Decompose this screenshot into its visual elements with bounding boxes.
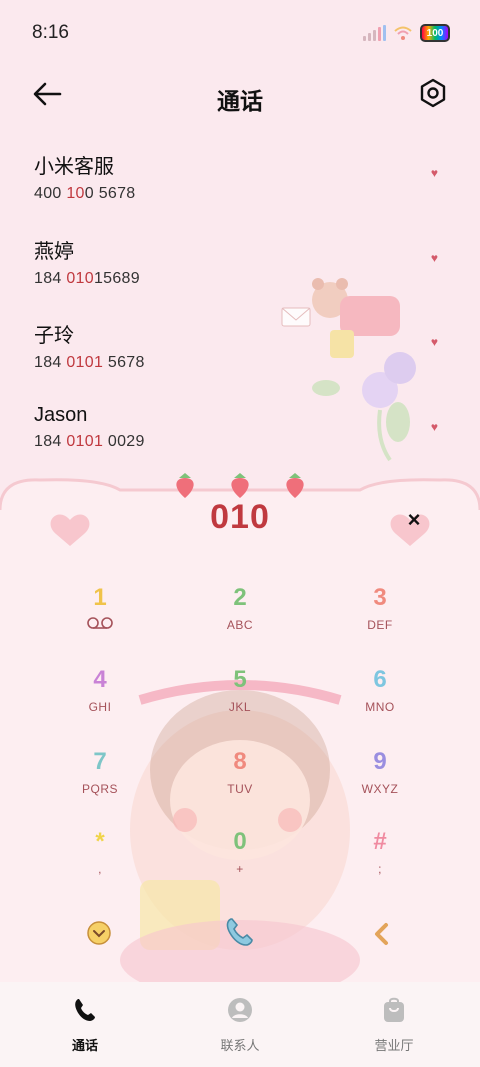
key-digit: 3 [373,584,387,611]
signal-icon [363,25,386,41]
key-digit: 0 [233,828,247,855]
person-icon [228,998,252,1022]
key-digit: * [95,828,105,855]
contact-number: 400 100 5678 [34,185,136,202]
contact-name: Jason [34,403,88,426]
list-item[interactable]: 小米客服 400 100 5678 ♥ [0,138,480,223]
page-title: 通话 [217,88,263,114]
tab-service-hall[interactable]: 营业厅 [334,996,454,1054]
key-letters: ABC [226,618,254,632]
dial-key-0[interactable]: 0 + [180,826,300,896]
phone-icon [75,999,95,1021]
dial-key-5[interactable]: 5 JKL [180,664,300,734]
list-item[interactable]: 燕婷 184 01015689 ♥ [0,223,480,308]
strawberry-icon [176,473,194,498]
wifi-icon [394,26,412,40]
status-bar: 8:16 100 [0,0,480,64]
dial-key-hash[interactable]: # ; [320,826,440,896]
key-letters: TUV [227,782,253,796]
dial-key-6[interactable]: 6 MNO [320,664,440,734]
voicemail-icon [87,617,113,629]
key-digit: 7 [93,748,107,775]
key-digit: 1 [93,584,107,611]
backspace-icon[interactable] [372,922,392,946]
status-time: 8:16 [32,22,69,43]
key-letters: PQRS [81,782,118,796]
key-letters: GHI [88,700,112,714]
key-letters: MNO [365,700,395,714]
key-digit: 9 [373,748,387,775]
contact-number: 184 0101 0029 [34,432,145,450]
key-digit: 4 [93,666,107,693]
contact-name: 小米客服 [34,156,114,178]
key-letters: DEF [367,618,393,632]
key-digit: 2 [233,584,247,611]
list-item[interactable]: Jason 184 0101 0029 ♥ [0,392,480,477]
list-item[interactable]: 子玲 184 0101 5678 ♥ [0,307,480,392]
heart-note-icon: ♥ [430,250,438,265]
tab-label: 通话 [71,1038,98,1053]
collapse-keypad-icon[interactable] [86,920,112,946]
strawberry-icon [231,473,249,498]
contact-name: 燕婷 [34,240,74,263]
dial-key-2[interactable]: 2 ABC [180,582,300,652]
tab-label: 营业厅 [374,1038,414,1053]
shopping-bag-icon [384,997,404,1022]
tab-label: 联系人 [220,1038,260,1053]
strawberry-icon [286,473,304,498]
key-letters: , [98,862,102,876]
settings-hexagon-icon[interactable] [418,78,448,108]
heart-note-icon: ♥ [430,419,438,434]
key-digit: 6 [373,666,387,693]
dial-key-3[interactable]: 3 DEF [320,582,440,652]
dial-key-4[interactable]: 4 GHI [40,664,160,734]
dial-key-star[interactable]: * , [40,826,160,896]
key-digit: # [373,828,387,855]
dial-key-7[interactable]: 7 PQRS [40,746,160,816]
status-icons: 100 [363,24,450,42]
contact-number: 184 0101 5678 [34,354,145,371]
bottom-nav: 通话 联系人 营业厅 [0,982,480,1067]
contact-name: 子玲 [34,325,74,347]
key-letters: JKL [228,700,252,714]
dial-key-8[interactable]: 8 TUV [180,746,300,816]
call-button-phone-icon[interactable] [222,914,258,950]
key-letters: + [236,862,244,876]
key-digit: 8 [233,748,247,775]
battery-icon: 100 [420,24,450,42]
tab-calls[interactable]: 通话 [25,996,145,1054]
contact-number: 184 01015689 [34,269,140,287]
tab-contacts[interactable]: 联系人 [180,996,300,1054]
clear-icon[interactable]: × [403,509,425,532]
dial-key-1[interactable]: 1 [40,582,160,652]
key-digit: 5 [233,666,247,693]
contact-list: 小米客服 400 100 5678 ♥ 燕婷 184 01015689 ♥ 子玲… [0,138,480,476]
key-letters: ; [378,862,382,876]
header: 通话 [0,70,480,120]
heart-note-icon: ♥ [430,335,438,349]
dial-key-9[interactable]: 9 WXYZ [320,746,440,816]
key-letters: WXYZ [361,782,399,796]
heart-note-icon: ♥ [430,166,438,180]
